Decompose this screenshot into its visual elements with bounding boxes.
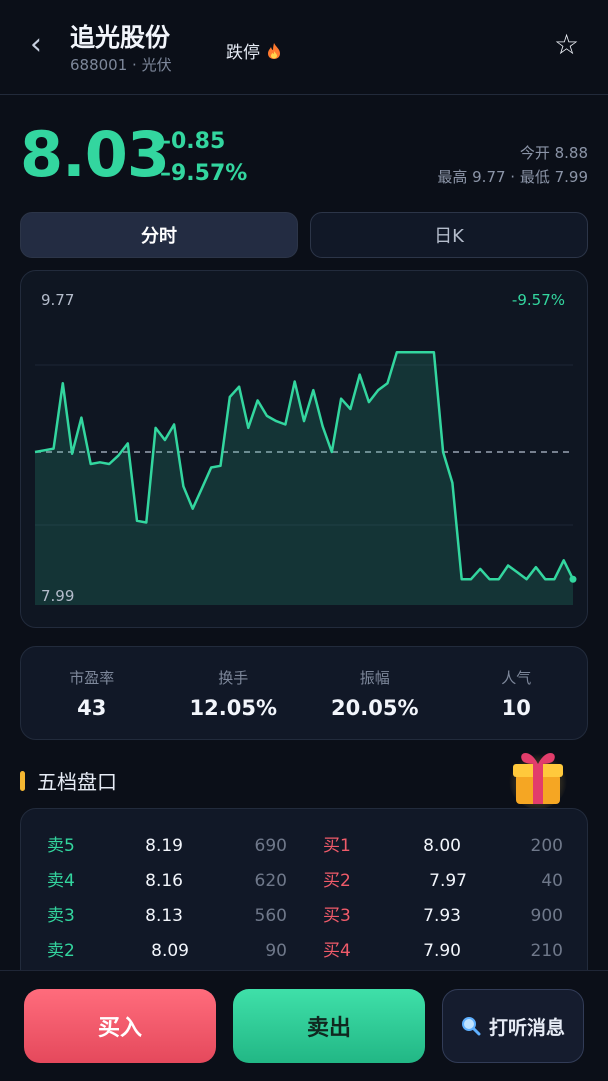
stock-name: 追光股份 (70, 23, 171, 52)
sell-level-label: 卖3 (47, 906, 75, 926)
stats-panel: 市盈率 43 换手 12.05% 振幅 20.05% 人气 10 (20, 646, 588, 740)
stat-value: 43 (77, 696, 107, 720)
favorite-star-icon[interactable]: ☆ (554, 30, 579, 60)
orderbook-row: 卖2 8.09 90 买4 7.90 210 (21, 936, 587, 966)
buy-price: 7.97 (429, 871, 467, 891)
orderbook-row: 卖4 8.16 620 买2 7.97 40 (21, 866, 587, 896)
stat-value: 20.05% (331, 696, 419, 720)
gift-icon[interactable] (508, 744, 568, 808)
sell-volume: 90 (265, 941, 287, 961)
sell-price: 8.09 (151, 941, 189, 961)
current-price: 8.03 (20, 118, 170, 191)
news-button[interactable]: 打听消息 (442, 989, 584, 1063)
buy-volume: 900 (530, 906, 563, 926)
buy-price: 8.00 (423, 836, 461, 856)
news-button-label: 打听消息 (488, 1016, 565, 1039)
top-header: ‹ 追光股份 688001 · 光伏 跌停 ☆ (0, 0, 608, 95)
buy-price: 7.90 (423, 941, 461, 961)
buy-level-label: 买1 (323, 836, 351, 856)
sell-volume: 620 (254, 871, 287, 891)
sell-volume: 690 (254, 836, 287, 856)
tab-daily-k[interactable]: 日K (310, 212, 588, 258)
buy-level-label: 买3 (323, 906, 351, 926)
buy-button[interactable]: 买入 (24, 989, 216, 1063)
stat-label: 换手 (218, 669, 249, 687)
sell-volume: 560 (254, 906, 287, 926)
stat-label: 振幅 (359, 669, 390, 687)
price-change-percent: –9.57% (160, 161, 248, 186)
price-change: –0.85 (160, 129, 226, 154)
y-bottom-label: 7.99 (41, 587, 74, 605)
stat-turnover: 换手 12.05% (163, 647, 305, 739)
stat-value: 12.05% (189, 696, 277, 720)
y-top-label: 9.77 (41, 291, 74, 309)
tab-intraday[interactable]: 分时 (20, 212, 298, 258)
sell-price: 8.13 (145, 906, 183, 926)
stat-amplitude: 振幅 20.05% (304, 647, 446, 739)
stock-code-sector: 688001 · 光伏 (70, 56, 172, 74)
sell-level-label: 卖2 (47, 941, 75, 961)
fire-icon (268, 43, 281, 59)
percent-change-label: -9.57% (512, 291, 565, 309)
buy-volume: 210 (530, 941, 563, 961)
buy-volume: 200 (530, 836, 563, 856)
sell-level-label: 卖4 (47, 871, 75, 891)
sell-button[interactable]: 卖出 (233, 989, 425, 1063)
buy-price: 7.93 (423, 906, 461, 926)
stat-label: 人气 (501, 669, 532, 687)
magnifier-icon (461, 1017, 481, 1036)
stat-label: 市盈率 (69, 669, 115, 687)
stat-pe: 市盈率 43 (21, 647, 163, 739)
orderbook-title: 五档盘口 (20, 766, 117, 795)
stat-value: 10 (501, 696, 531, 720)
orderbook-row: 卖3 8.13 560 买3 7.93 900 (21, 901, 587, 931)
buy-level-label: 买2 (323, 871, 351, 891)
orderbook-title-text: 五档盘口 (37, 770, 117, 794)
sell-price: 8.19 (145, 836, 183, 856)
open-price: 今开 8.88 (519, 144, 588, 162)
high-low-range: 最高 9.77 · 最低 7.99 (437, 168, 588, 186)
stat-popularity: 人气 10 (446, 647, 588, 739)
action-bar: 买入 卖出 打听消息 (0, 970, 608, 1081)
price-area-fill (35, 352, 573, 605)
section-accent-bar (20, 770, 25, 791)
intraday-chart: 9.77 7.99 -9.57% (20, 270, 588, 628)
buy-volume: 40 (541, 871, 563, 891)
back-icon[interactable]: ‹ (30, 30, 42, 60)
intraday-chart-svg: 9.77 7.99 -9.57% (34, 291, 577, 605)
buy-level-label: 买4 (323, 941, 351, 961)
sell-level-label: 卖5 (47, 836, 75, 856)
sell-price: 8.16 (145, 871, 183, 891)
limit-down-tag: 跌停 (226, 38, 281, 63)
limit-down-label: 跌停 (226, 43, 260, 63)
orderbook-row: 卖5 8.19 690 买1 8.00 200 (21, 831, 587, 861)
last-price-dot (569, 575, 577, 583)
